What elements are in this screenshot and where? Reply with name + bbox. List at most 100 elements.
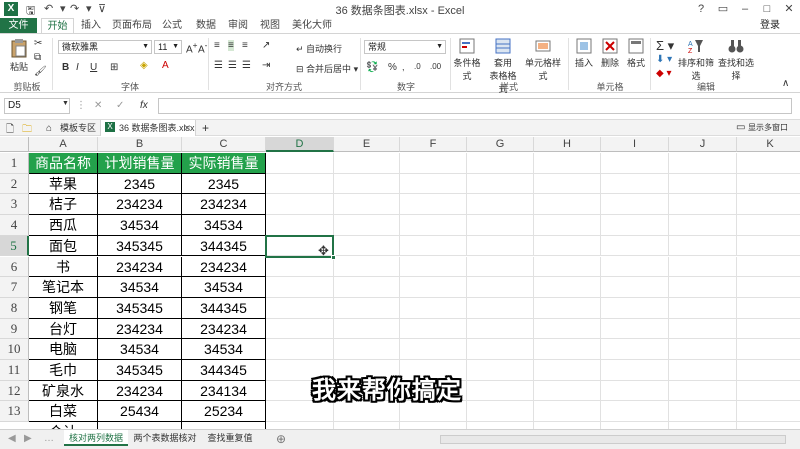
grid-cell[interactable] <box>400 318 467 340</box>
merge-center-button[interactable]: ⊟ 合并后居中 ▾ <box>296 62 358 75</box>
grid-cell[interactable] <box>669 194 737 216</box>
formula-input[interactable] <box>158 98 792 114</box>
minimize-icon[interactable]: – <box>734 0 756 18</box>
table-cell[interactable]: 234234 <box>98 380 182 402</box>
column-header-g[interactable]: G <box>467 137 534 152</box>
login-link[interactable]: 登录 <box>760 18 780 33</box>
delete-cells-button[interactable]: 删除 <box>598 38 622 69</box>
grid-cell[interactable] <box>534 235 601 257</box>
grid-cell[interactable] <box>669 360 737 381</box>
grid-cell[interactable] <box>467 173 534 195</box>
name-box[interactable]: D5 <box>4 98 70 114</box>
table-cell[interactable]: 34534 <box>98 215 182 236</box>
number-format-select[interactable]: 常规 ▼ <box>364 40 446 54</box>
grid-cell[interactable] <box>334 256 400 278</box>
tab-insert[interactable]: 插入 <box>76 18 106 33</box>
table-cell[interactable]: 25234 <box>182 401 266 423</box>
chevron-down-icon[interactable]: ▼ <box>62 100 69 107</box>
close-icon[interactable]: ✕ <box>778 0 800 18</box>
conditional-format-button[interactable]: 条件格式 <box>452 38 482 82</box>
paste-button[interactable]: 粘贴 <box>6 38 32 73</box>
table-cell[interactable]: 34534 <box>98 339 182 360</box>
grid-cell[interactable] <box>266 153 334 174</box>
grid-cell[interactable] <box>737 236 800 257</box>
collapse-ribbon-icon[interactable]: ∧ <box>782 78 789 89</box>
grid-cell[interactable] <box>334 215 400 236</box>
grid-cell[interactable] <box>737 381 800 402</box>
table-cell[interactable]: 2345 <box>98 173 182 195</box>
grid-cell[interactable] <box>534 422 601 429</box>
grid-cell[interactable] <box>601 380 669 402</box>
grid-cell[interactable] <box>467 380 534 402</box>
table-cell[interactable]: 电脑 <box>29 339 98 360</box>
table-cell[interactable]: 34534 <box>182 215 266 236</box>
table-cell[interactable]: 344345 <box>182 297 266 319</box>
grid-cell[interactable] <box>534 380 601 402</box>
grid-cell[interactable] <box>400 194 467 216</box>
grid-cell[interactable] <box>534 215 601 236</box>
grid-cell[interactable] <box>266 215 334 236</box>
grid-cell[interactable] <box>534 194 601 216</box>
align-right-icon[interactable]: ☰ <box>242 60 251 71</box>
grid-cell[interactable] <box>737 153 800 174</box>
decrease-font-icon[interactable]: A- <box>198 40 207 55</box>
close-tab-icon[interactable]: ✕ <box>183 120 191 136</box>
grid-cell[interactable] <box>601 318 669 340</box>
row-header-10[interactable]: 10 <box>0 339 29 360</box>
fill-handle[interactable] <box>331 255 336 260</box>
tab-data[interactable]: 数据 <box>192 18 220 33</box>
table-cell[interactable]: 34534 <box>182 277 266 298</box>
grid-cell[interactable] <box>737 174 800 195</box>
grid-cell[interactable] <box>669 173 737 195</box>
grid-cell[interactable] <box>737 298 800 319</box>
cut-icon[interactable]: ✂ <box>34 38 42 49</box>
table-header-cell[interactable]: 实际销售量 <box>182 153 266 174</box>
grid-cell[interactable] <box>737 215 800 236</box>
grid-cell[interactable] <box>467 235 534 257</box>
grid-cell[interactable] <box>467 194 534 216</box>
grid-cell[interactable] <box>334 153 400 174</box>
row-header-4[interactable]: 4 <box>0 215 29 236</box>
find-select-button[interactable]: 查找和选择 <box>716 38 756 82</box>
grid-cell[interactable] <box>534 318 601 340</box>
table-cell[interactable]: 白菜 <box>29 401 98 423</box>
add-tab-button[interactable]: + <box>202 121 209 135</box>
table-cell[interactable]: 面包 <box>29 235 98 257</box>
grid-cell[interactable] <box>334 318 400 340</box>
row-header-8[interactable]: 8 <box>0 297 29 319</box>
template-zone-tab[interactable]: ⌂ 模板专区 <box>42 120 98 136</box>
table-cell[interactable]: 234234 <box>98 256 182 278</box>
grid-cell[interactable] <box>400 173 467 195</box>
align-center-icon[interactable]: ☰ <box>228 60 237 71</box>
scroll-left-icon[interactable]: ◀ <box>8 433 16 444</box>
align-bottom-icon[interactable]: ≡ <box>242 40 248 51</box>
row-header-5[interactable]: 5 <box>0 235 29 257</box>
select-all-corner[interactable] <box>0 137 29 152</box>
grid-cell[interactable] <box>534 297 601 319</box>
grid-cell[interactable] <box>669 422 737 429</box>
grid-cell[interactable] <box>467 297 534 319</box>
comma-style-icon[interactable]: , <box>402 62 405 72</box>
grid-cell[interactable] <box>334 339 400 360</box>
align-top-icon[interactable]: ≡ <box>214 40 220 51</box>
grid-cell[interactable] <box>669 318 737 340</box>
currency-icon[interactable]: 💱 <box>366 62 378 73</box>
table-cell[interactable]: 25434 <box>98 401 182 423</box>
table-cell[interactable]: 矿泉水 <box>29 380 98 402</box>
grid-cell[interactable] <box>737 401 800 423</box>
grid-cell[interactable] <box>669 277 737 298</box>
grid-cell[interactable] <box>334 173 400 195</box>
font-size-select[interactable]: 11 ▼ <box>154 40 182 54</box>
row-header-13[interactable]: 13 <box>0 401 29 423</box>
grid-cell[interactable] <box>534 360 601 381</box>
row-header-1[interactable]: 1 <box>0 153 29 174</box>
table-cell[interactable] <box>98 422 182 429</box>
table-cell[interactable]: 234234 <box>98 194 182 216</box>
grid-cell[interactable] <box>534 153 601 174</box>
sort-filter-button[interactable]: AZ 排序和筛选 <box>676 38 716 82</box>
table-cell[interactable]: 234234 <box>98 318 182 340</box>
column-header-b[interactable]: B <box>98 137 182 152</box>
grid-cell[interactable] <box>467 360 534 381</box>
table-cell[interactable]: 34534 <box>98 277 182 298</box>
tab-view[interactable]: 视图 <box>256 18 284 33</box>
